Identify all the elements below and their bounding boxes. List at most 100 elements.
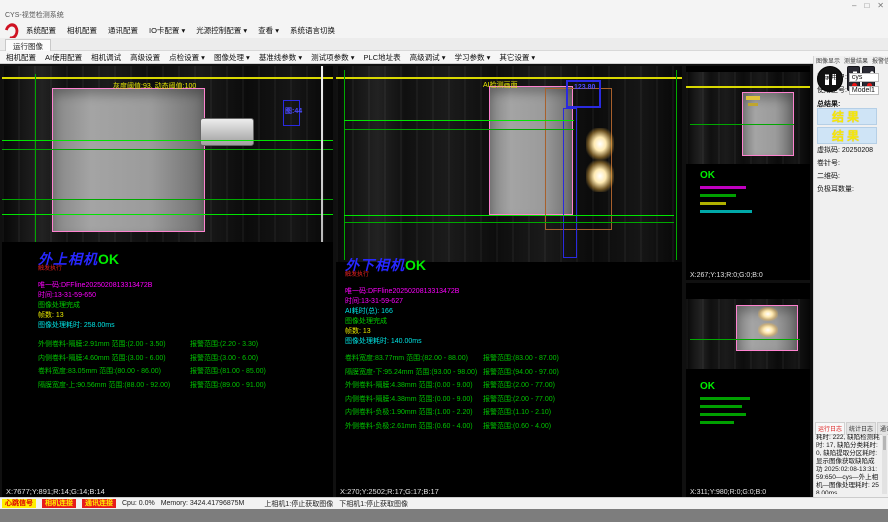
window-controls: – □ ✕ [852,2,884,10]
tab-glow [758,323,778,337]
toolbar-button[interactable]: 基准线参数 ▾ [259,52,302,63]
thumbnail-1-caption: OK [686,170,752,213]
overlay-yellow-line [336,77,682,79]
result-badge-2: 结果 [817,127,877,144]
toolbar-button[interactable]: PLC地址表 [364,52,401,63]
thumbnail-view-2[interactable]: OK X:311;Y:980;R:0;G:0;B:0 [686,283,810,497]
toolbar-button[interactable]: 高级调试 ▾ [410,52,446,63]
titlebar: CYS-视觉检测系统 – □ ✕ [0,0,888,22]
mini-text-line [700,186,746,189]
upper-camera-status: 上相机1:停止获取图像 [264,499,333,509]
field-label: 负极耳数量: [817,186,854,193]
menu-item[interactable]: 通讯配置 [108,25,138,36]
cursor-pixel-status: X:7677;Y:891;R:14;G:14;B:14 [6,487,105,496]
field-label: 虚拟码: [817,147,842,154]
menu-item[interactable]: 光源控制配置 ▾ [196,25,247,36]
timestamp: 时间:13-31-59-650 [38,291,266,301]
measurement-text: 隔膜宽度-下:95.24mm 范围:(93.00 - 98.00) [345,366,483,380]
overlay-green-vline [344,70,345,260]
measure-line [344,215,674,216]
toolbar-button[interactable]: 测试项参数 ▾ [311,52,354,63]
mini-text-line [700,413,746,416]
measure-line [344,129,574,130]
close-icon[interactable]: ✕ [877,2,884,10]
camera-view-middle[interactable]: AI检测画面 123.80 外下相机OK 触发执行 唯一码:DFFline202… [336,66,682,497]
toolbar-button[interactable]: AI使用配置 [45,52,82,63]
cpu-usage: Cpu: 0.0% [122,500,155,507]
alarm-range-text: 报警范围:(81.00 - 85.00) [190,365,266,379]
alarm-range-text: 报警范围:(2.20 - 3.30) [190,338,258,352]
toolbar-button[interactable]: 相机调试 [91,52,121,63]
ok-status: OK [98,251,119,267]
caption-alarm-info[interactable]: 报警信息 [872,56,888,65]
overlay-yellow-line [686,86,810,88]
toolbar: 相机配置 AI使用配置 相机调试 高级设置 点检设置 ▾ 图像处理 ▾ 基准线参… [0,51,888,64]
tab-glow [758,307,778,321]
menu-item[interactable]: 相机配置 [67,25,97,36]
gripper-object [200,118,254,146]
memory-usage: Memory: 3424.41796875M [161,500,245,507]
measurement-row: 外侧卷料-隔膜:4.38mm 范围:(0.00 - 9.00) 报警范围:(2.… [345,379,559,393]
alarm-range-text: 报警范围:(0.60 - 4.00) [483,420,551,434]
model-value: Model1 [849,86,879,95]
lower-camera-status: 下相机1:停止获取图像 [339,499,408,509]
thumbnail-2-caption: OK [686,381,750,424]
ok-status: OK [700,170,752,181]
toolbar-button[interactable]: 点检设置 ▾ [169,52,205,63]
toolbar-button[interactable]: 高级设置 [130,52,160,63]
login-user-row: 登录用户: cys [817,72,879,82]
cursor-pixel-status: X:267;Y:13;R:0;G:0;B:0 [690,272,763,279]
measurement-text: 外侧卷料-隔膜:2.91mm 范围:(2.00 - 3.50) [38,338,190,352]
toolbar-button[interactable]: 其它设置 ▾ [499,52,535,63]
measure-line [2,140,333,141]
camera-link-badge: 相机连接 [42,499,76,508]
threshold-overlay-text: 灰度阈值:93, 动态阈值:100 [113,81,196,91]
camera-view-left[interactable]: 灰度阈值:93, 动态阈值:100 图:44 外上相机OK 触发执行 唯一码:D… [2,66,333,497]
side-field-row: 二维码: [817,171,840,181]
measurement-row: 外侧卷料-负极:2.61mm 范围:(0.60 - 4.00) 报警范围:(0.… [345,420,559,434]
minimize-icon[interactable]: – [852,2,856,10]
menu-item[interactable]: 查看 ▾ [258,25,279,36]
measurement-row: 卷料宽度:83.05mm 范围:(80.00 - 86.00) 报警范围:(81… [38,365,266,379]
result-caption-left: 外上相机OK 触发执行 唯一码:DFFline2025020813313472B… [38,252,266,392]
measurement-text: 外侧卷料-隔膜:4.38mm 范围:(0.00 - 9.00) [345,379,483,393]
result-badge-1: 结果 [817,108,877,125]
scrollbar-thumb[interactable] [883,436,886,450]
camera-title: 外下相机OK [345,258,559,272]
process-done: 图像处理完成 [345,317,559,327]
measurement-row: 隔膜宽度-上:90.56mm 范围:(88.00 - 92.00) 报警范围:(… [38,379,266,393]
overlay-yellow-line [2,77,333,79]
measurement-row: 内侧卷料-隔膜:4.38mm 范围:(0.00 - 9.00) 报警范围:(2.… [345,393,559,407]
alarm-range-text: 报警范围:(89.00 - 91.00) [190,379,266,393]
unique-code: 唯一码:DFFline2025020813313472B [345,287,559,297]
measurement-text: 内侧卷料-隔膜:4.60mm 范围:(3.00 - 6.00) [38,352,190,366]
field-value: 20250208 [842,147,873,154]
alarm-range-text: 报警范围:(1.10 - 2.10) [483,406,551,420]
log-scrollbar[interactable] [882,434,887,494]
result-caption-middle: 外下相机OK 触发执行 唯一码:DFFline2025020813313472B… [345,258,559,433]
measurement-row: 外侧卷料-隔膜:2.91mm 范围:(2.00 - 3.50) 报警范围:(2.… [38,338,266,352]
mini-text-line [700,202,726,205]
measurement-text: 隔膜宽度-上:90.56mm 范围:(88.00 - 92.00) [38,379,190,393]
measure-line [690,339,800,340]
menu-items: 系统配置 相机配置 通讯配置 IO卡配置 ▾ 光源控制配置 ▾ 查看 ▾ 系统语… [26,22,335,38]
thumbnail-view-1[interactable]: OK X:267;Y:13;R:0;G:0;B:0 [686,66,810,280]
toolbar-button[interactable]: 图像处理 ▾ [214,52,250,63]
cell-region-box [52,88,205,232]
ok-status: OK [700,381,750,392]
maximize-icon[interactable]: □ [864,2,869,10]
side-caption-tabs: 图像显示 测量结果 报警信息 [816,56,888,65]
caption-image-display[interactable]: 图像显示 [816,56,840,65]
toolbar-button[interactable]: 学习参数 ▾ [454,52,490,63]
mini-overlay-mark [746,96,760,100]
measure-line [2,149,333,150]
measurement-text: 内侧卷料-负极:1.90mm 范围:(1.00 - 2.20) [345,406,483,420]
thumbnail-column: OK X:267;Y:13;R:0;G:0;B:0 OK [686,66,810,497]
cursor-pixel-status: X:311;Y:980;R:0;G:0;B:0 [690,489,766,496]
toolbar-button[interactable]: 相机配置 [6,52,36,63]
menu-item[interactable]: 系统语言切换 [290,25,335,36]
menu-item[interactable]: 系统配置 [26,25,56,36]
camera-title: 外上相机OK [38,252,266,266]
menu-item[interactable]: IO卡配置 ▾ [149,25,185,36]
caption-measure-result[interactable]: 测量结果 [844,56,868,65]
